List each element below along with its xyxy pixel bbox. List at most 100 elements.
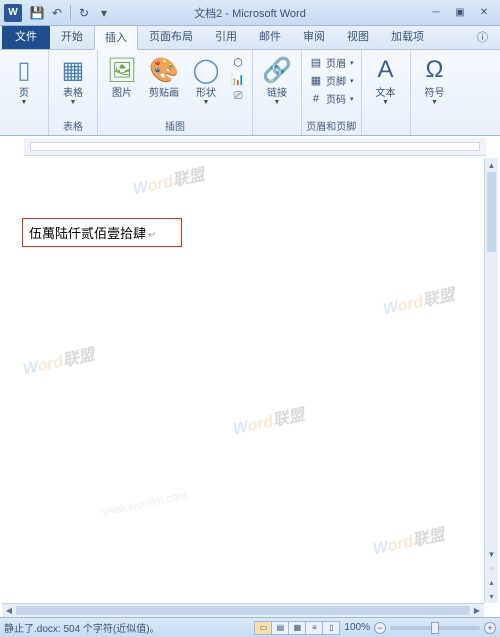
scroll-left-icon[interactable]: ◀ — [2, 604, 16, 617]
print-layout-view-button[interactable]: ▭ — [254, 621, 272, 635]
pages-button[interactable]: ▯ 页 ▼ — [4, 52, 44, 108]
header-icon: ▤ — [309, 56, 323, 70]
minimize-button[interactable]: ─ — [426, 5, 446, 21]
group-symbols: Ω 符号 ▼ — [411, 50, 459, 135]
chart-icon: 📊 — [231, 72, 245, 86]
watermark: Word联盟 — [370, 521, 446, 560]
shapes-icon: ◯ — [190, 54, 222, 86]
tab-home[interactable]: 开始 — [50, 23, 94, 49]
status-right: ▭ ▤ ▦ ≡ ▯ 100% − + — [255, 621, 496, 635]
illus-small-stack: ⬡ 📊 ⎚ — [228, 52, 248, 104]
tab-insert[interactable]: 插入 — [94, 24, 138, 50]
picture-button[interactable]: 🖼 图片 — [102, 52, 142, 101]
watermark: Word联盟 — [380, 281, 456, 320]
tab-review[interactable]: 审阅 — [292, 23, 336, 49]
dropdown-arrow-icon: ▼ — [70, 99, 77, 106]
page-content: 伍萬陆仟贰佰壹拾肆 — [2, 158, 498, 257]
close-button[interactable]: ✕ — [474, 5, 494, 21]
clipart-label: 剪贴画 — [149, 88, 179, 99]
ribbon: ▯ 页 ▼ ▦ 表格 ▼ 表格 🖼 图片 🎨 剪贴画 — [0, 50, 500, 136]
hf-stack: ▤页眉▾ ▦页脚▾ #页码▾ — [306, 52, 357, 107]
redo-icon[interactable]: ↻ — [75, 4, 93, 22]
ribbon-tabs: 文件 开始 插入 页面布局 引用 邮件 审阅 视图 加载项 ⓘ — [0, 26, 500, 50]
browse-object-icon[interactable]: ◦ — [485, 561, 498, 575]
scrollbar-thumb[interactable] — [487, 172, 496, 252]
tab-view[interactable]: 视图 — [336, 23, 380, 49]
save-icon[interactable]: 💾 — [28, 4, 46, 22]
link-label: 链接 — [267, 88, 287, 99]
qat-customize-icon[interactable]: ▾ — [95, 4, 113, 22]
help-icon[interactable]: ⓘ — [473, 25, 492, 49]
picture-icon: 🖼 — [106, 54, 138, 86]
tab-references[interactable]: 引用 — [204, 23, 248, 49]
document-text[interactable]: 伍萬陆仟贰佰壹拾肆 — [29, 226, 156, 241]
textbox-button[interactable]: A 文本 ▼ — [366, 52, 406, 108]
undo-icon[interactable]: ↶ — [48, 4, 66, 22]
dropdown-arrow-icon: ▼ — [431, 99, 438, 106]
vertical-scrollbar[interactable]: ▲ ▼ ◦ ▴ ▾ — [484, 158, 498, 603]
group-label — [415, 132, 455, 135]
table-button[interactable]: ▦ 表格 ▼ — [53, 52, 93, 108]
zoom-out-button[interactable]: − — [374, 622, 386, 634]
title-bar: W 💾 ↶ ↻ ▾ 文档2 - Microsoft Word ─ ▣ ✕ — [0, 0, 500, 26]
hyperlink-button[interactable]: 🔗 链接 ▼ — [257, 52, 297, 108]
footer-icon: ▦ — [309, 74, 323, 88]
next-page-icon[interactable]: ▾ — [485, 589, 498, 603]
horizontal-ruler[interactable] — [24, 138, 486, 156]
screenshot-icon: ⎚ — [231, 89, 245, 103]
textbox-icon: A — [370, 54, 402, 86]
quick-access-toolbar: 💾 ↶ ↻ ▾ — [28, 4, 113, 22]
tab-mailings[interactable]: 邮件 — [248, 23, 292, 49]
prev-page-icon[interactable]: ▴ — [485, 575, 498, 589]
header-label: 页眉 — [326, 55, 346, 70]
table-icon: ▦ — [57, 54, 89, 86]
app-logo[interactable]: W — [4, 4, 22, 22]
shapes-button[interactable]: ◯ 形状 ▼ — [186, 52, 226, 108]
shapes-label: 形状 — [196, 88, 216, 99]
group-pages: ▯ 页 ▼ — [0, 50, 49, 135]
watermark: Word联盟 — [230, 401, 306, 440]
outline-view-button[interactable]: ≡ — [305, 621, 323, 635]
header-button[interactable]: ▤页眉▾ — [306, 54, 357, 71]
zoom-slider[interactable] — [390, 626, 480, 630]
scroll-up-icon[interactable]: ▲ — [485, 158, 498, 172]
clipart-button[interactable]: 🎨 剪贴画 — [144, 52, 184, 101]
tab-addins[interactable]: 加载项 — [380, 23, 435, 49]
smartart-button[interactable]: ⬡ — [228, 54, 248, 70]
dropdown-arrow-icon: ▼ — [21, 99, 28, 106]
page-icon: ▯ — [8, 54, 40, 86]
watermark: Word联盟 — [20, 341, 96, 380]
dropdown-arrow-icon: ▼ — [203, 99, 210, 106]
scroll-down-icon[interactable]: ▼ — [485, 547, 498, 561]
symbol-icon: Ω — [419, 54, 451, 86]
textbox-label: 文本 — [376, 88, 396, 99]
scroll-right-icon[interactable]: ▶ — [470, 604, 484, 617]
group-illustrations: 🖼 图片 🎨 剪贴画 ◯ 形状 ▼ ⬡ 📊 ⎚ 插图 — [98, 50, 253, 135]
screenshot-button[interactable]: ⎚ — [228, 88, 248, 104]
pagenum-button[interactable]: #页码▾ — [306, 90, 357, 107]
dropdown-arrow-icon: ▼ — [274, 99, 281, 106]
view-buttons: ▭ ▤ ▦ ≡ ▯ — [255, 621, 340, 635]
zoom-percent[interactable]: 100% — [344, 622, 370, 633]
chart-button[interactable]: 📊 — [228, 71, 248, 87]
qat-separator — [70, 5, 71, 21]
pagenum-icon: # — [309, 92, 323, 106]
scrollbar-thumb[interactable] — [16, 606, 470, 615]
document-area[interactable]: 伍萬陆仟贰佰壹拾肆 Word联盟 Word联盟 Word联盟 Word联盟 ww… — [2, 158, 498, 603]
group-header-footer: ▤页眉▾ ▦页脚▾ #页码▾ 页眉和页脚 — [302, 50, 362, 135]
tab-layout[interactable]: 页面布局 — [138, 23, 204, 49]
group-label — [366, 132, 406, 135]
zoom-in-button[interactable]: + — [484, 622, 496, 634]
pagenum-label: 页码 — [326, 91, 346, 106]
picture-label: 图片 — [112, 88, 132, 99]
draft-view-button[interactable]: ▯ — [322, 621, 340, 635]
fullscreen-view-button[interactable]: ▤ — [271, 621, 289, 635]
symbol-button[interactable]: Ω 符号 ▼ — [415, 52, 455, 108]
horizontal-scrollbar[interactable]: ◀ ▶ — [2, 603, 484, 617]
footer-button[interactable]: ▦页脚▾ — [306, 72, 357, 89]
restore-button[interactable]: ▣ — [450, 5, 470, 21]
zoom-slider-thumb[interactable] — [431, 622, 439, 634]
web-view-button[interactable]: ▦ — [288, 621, 306, 635]
footer-label: 页脚 — [326, 73, 346, 88]
tab-file[interactable]: 文件 — [2, 23, 50, 49]
